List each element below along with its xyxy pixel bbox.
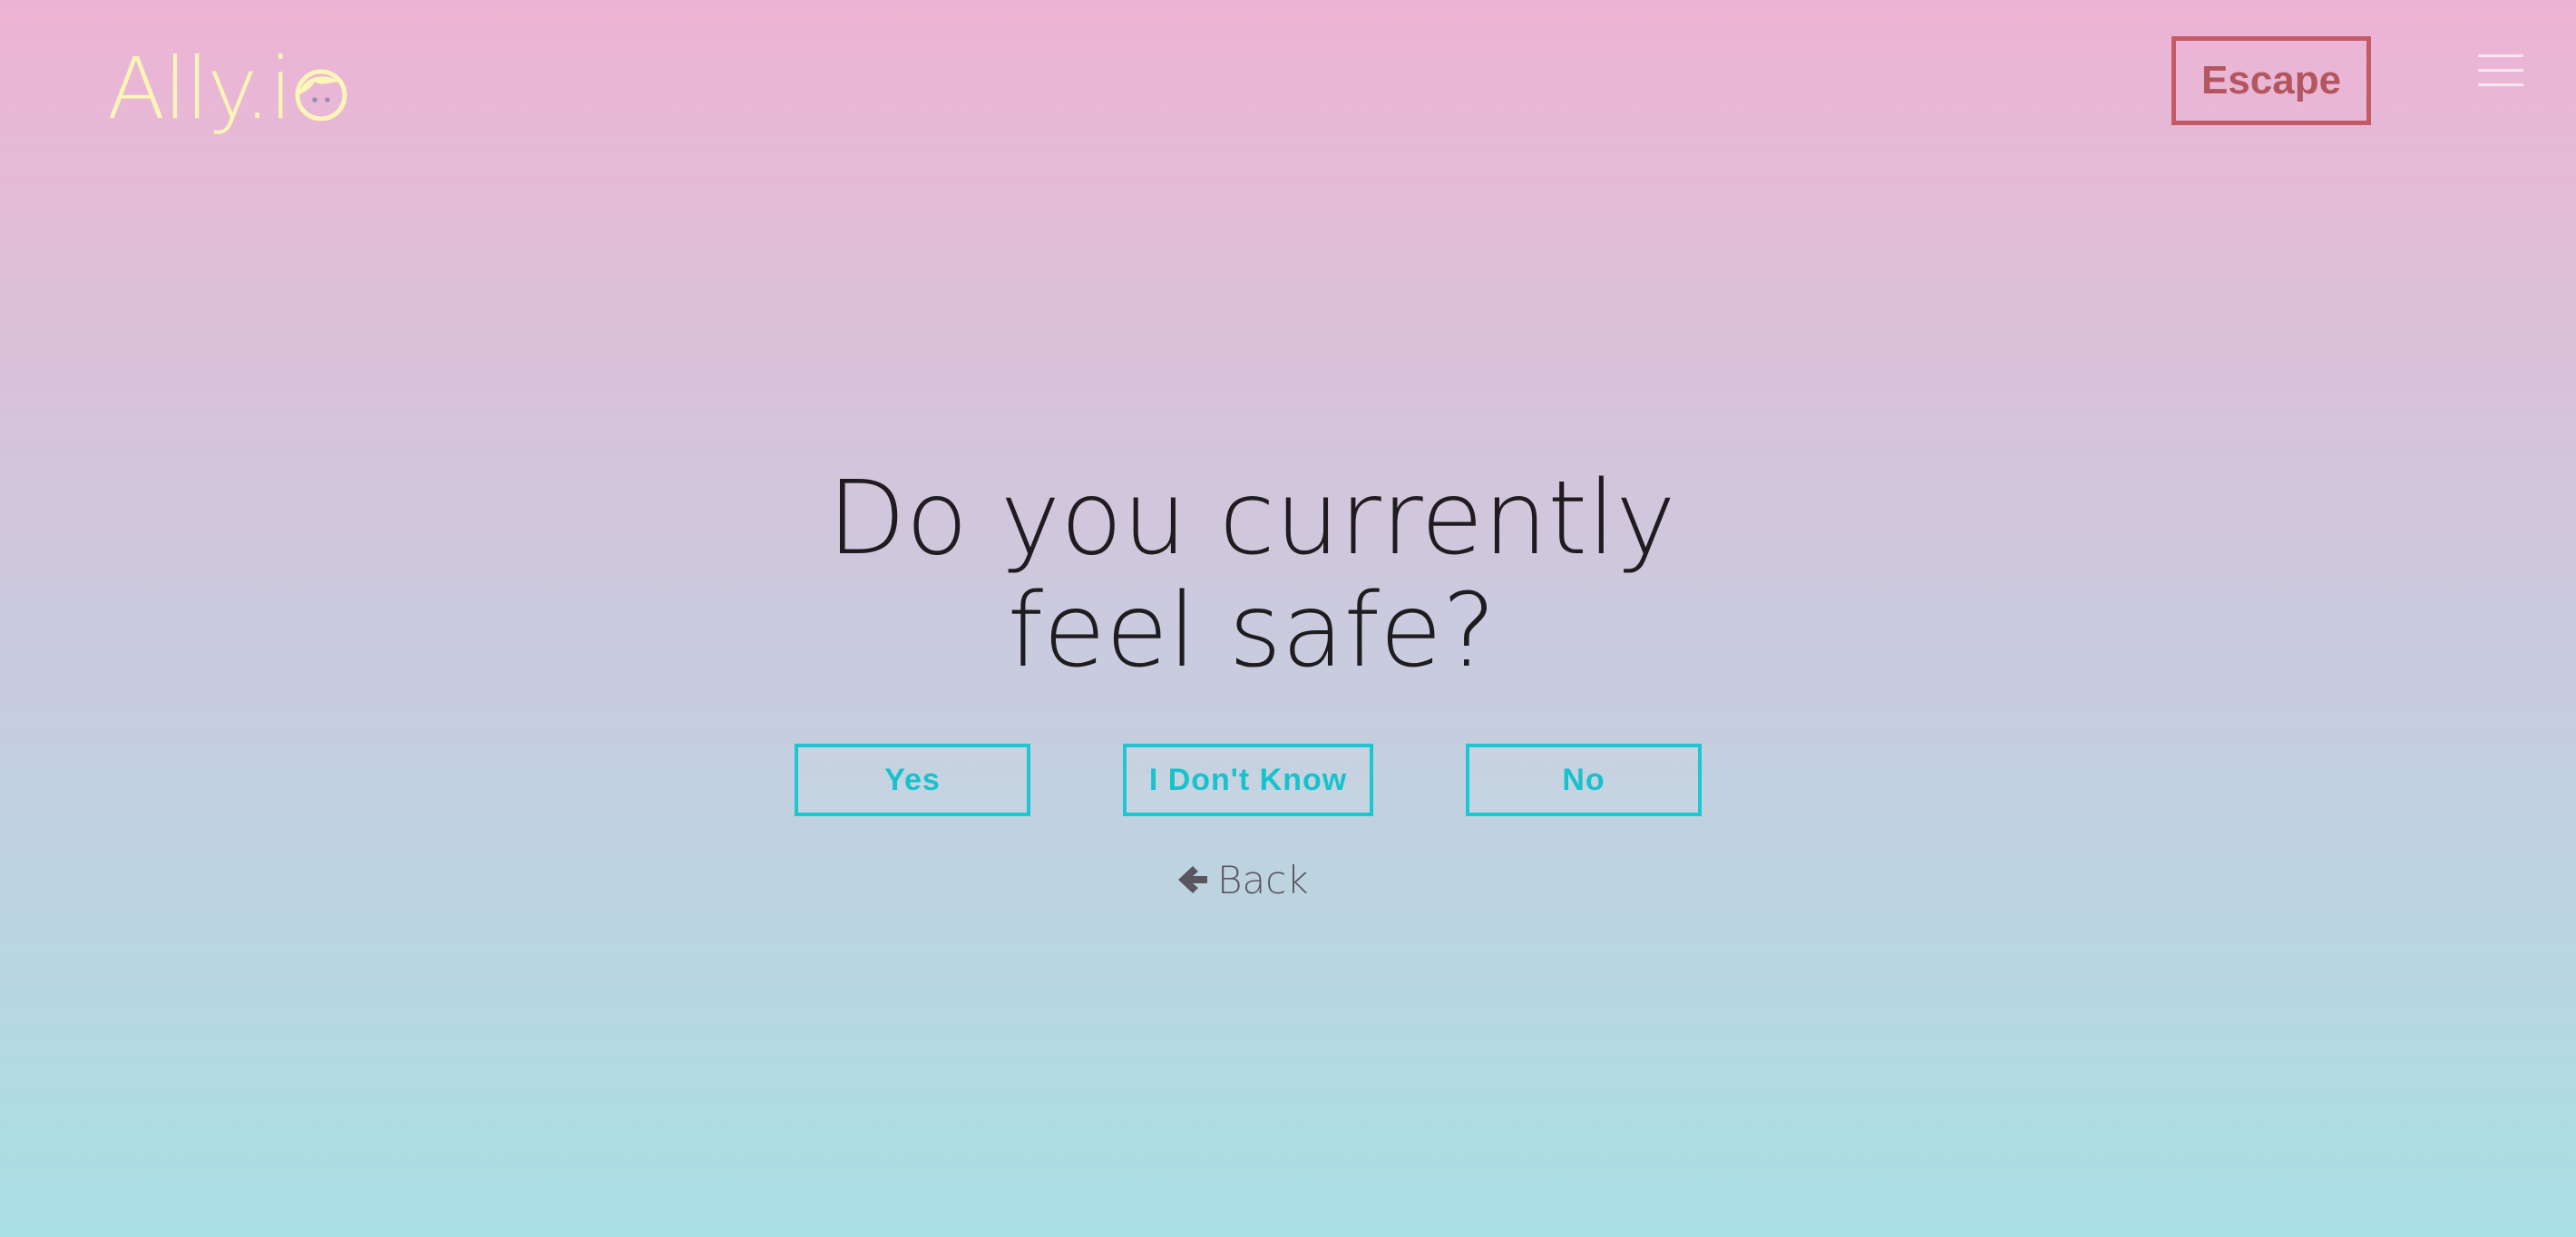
back-link[interactable]: Back: [1176, 854, 1309, 905]
logo[interactable]: Ally.i: [107, 33, 347, 132]
arrow-left-icon: [1178, 866, 1207, 893]
hamburger-menu-icon[interactable]: [2478, 53, 2523, 89]
no-button[interactable]: No: [1466, 744, 1702, 816]
face-icon: [295, 69, 347, 122]
logo-text: Ally.i: [107, 40, 293, 139]
escape-button[interactable]: Escape: [2171, 36, 2371, 125]
yes-button[interactable]: Yes: [795, 744, 1030, 816]
question-line-2: feel safe?: [1007, 572, 1497, 690]
question-heading: Do you currently feel safe?: [0, 463, 2503, 687]
back-label: Back: [1217, 857, 1309, 902]
question-line-1: Do you currently: [827, 460, 1676, 578]
dont-know-button[interactable]: I Don't Know: [1123, 744, 1373, 816]
